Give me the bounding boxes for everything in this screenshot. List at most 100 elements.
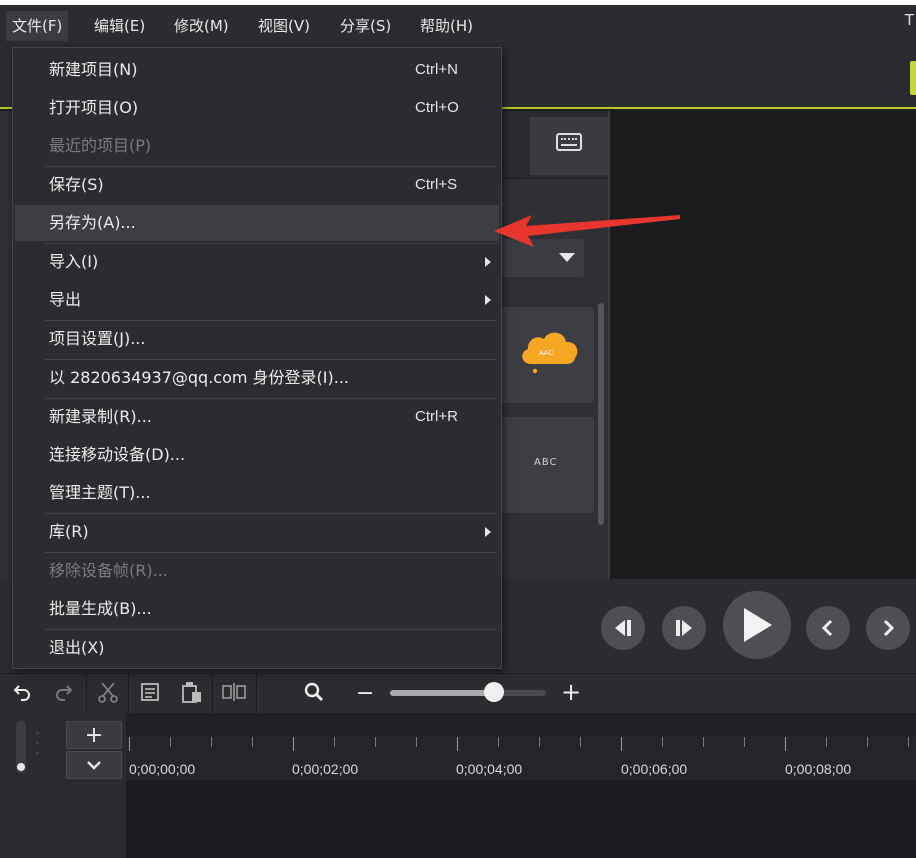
split-button[interactable] (220, 677, 248, 707)
toolbar-divider (212, 673, 213, 713)
menu-item-remove-device-frame[interactable]: 移除设备帧(R)... (15, 553, 499, 589)
track-zoom-indicator: ◦ ◦ ◦ (35, 729, 40, 758)
ruler-label: 0;00;08;00 (785, 761, 852, 777)
zoom-out-button[interactable]: − (356, 681, 374, 706)
export-button[interactable] (910, 61, 916, 95)
play-button[interactable] (723, 591, 791, 659)
menu-item-connect-mobile[interactable]: 连接移动设备(D)... (15, 437, 499, 473)
menu-item-project-settings[interactable]: 项目设置(J)... (15, 321, 499, 357)
menu-item-save-as[interactable]: 另存为(A)... (15, 205, 499, 241)
cut-button[interactable] (94, 677, 122, 707)
ruler-tick (785, 737, 786, 751)
menu-share[interactable]: 分享(S) (334, 11, 397, 41)
menu-item-save[interactable]: 保存(S) Ctrl+S (15, 167, 499, 203)
vertical-scrollbar[interactable] (598, 303, 604, 525)
track-height-knob[interactable] (17, 763, 25, 771)
paste-icon (182, 682, 201, 703)
menu-item-library[interactable]: 库(R) (15, 514, 499, 550)
preview-canvas[interactable] (608, 111, 916, 579)
redo-button[interactable] (50, 677, 78, 707)
menu-item-label: 管理主题(T)... (49, 483, 151, 502)
menu-item-label: 库(R) (49, 522, 89, 541)
toolbar-divider (86, 673, 87, 713)
menu-item-label: 以 2820634937@qq.com 身份登录(I)... (49, 368, 350, 387)
thumbnail-text: ABC (534, 457, 558, 468)
menu-modify[interactable]: 修改(M) (168, 11, 235, 41)
menu-item-shortcut: Ctrl+R (415, 408, 458, 425)
ruler-label: 0;00;04;00 (456, 761, 523, 777)
menubar: 文件(F) 编辑(E) 修改(M) 视图(V) 分享(S) 帮助(H) T (0, 5, 916, 47)
zoom-button[interactable] (300, 677, 328, 707)
ruler-label: 0;00;00;00 (129, 761, 196, 777)
ruler-tick (580, 737, 581, 747)
submenu-arrow-icon (485, 295, 491, 305)
menu-item-batch-production[interactable]: 批量生成(B)... (15, 591, 499, 627)
copy-icon (141, 683, 159, 701)
ruler-tick (334, 737, 335, 747)
menu-item-import[interactable]: 导入(I) (15, 244, 499, 280)
menu-item-label: 新建录制(R)... (49, 407, 152, 426)
play-icon (744, 608, 772, 642)
annotation-arrow-icon (494, 215, 680, 247)
menu-item-recent-projects[interactable]: 最近的项目(P) (15, 128, 499, 164)
chevron-down-icon (87, 761, 101, 770)
menu-item-label: 另存为(A)... (49, 213, 136, 232)
submenu-arrow-icon (485, 527, 491, 537)
paste-button[interactable] (178, 677, 206, 707)
menu-item-label: 保存(S) (49, 175, 104, 194)
ruler-tick (375, 737, 376, 747)
menu-item-export[interactable]: 导出 (15, 282, 499, 318)
timeline-track[interactable] (126, 781, 916, 858)
menu-item-manage-themes[interactable]: 管理主题(T)... (15, 475, 499, 511)
toolbar-divider (128, 673, 129, 713)
undo-icon (13, 685, 30, 701)
toolbar-divider (256, 673, 257, 713)
app-window: 文件(F) 编辑(E) 修改(M) 视图(V) 分享(S) 帮助(H) T AA… (0, 5, 916, 858)
menu-item-new-project[interactable]: 新建项目(N) Ctrl+N (15, 52, 499, 88)
ruler-tick (662, 737, 663, 747)
ruler-tick (621, 737, 622, 751)
add-track-button[interactable]: + (66, 721, 122, 749)
menu-item-label: 退出(X) (49, 638, 105, 657)
collapse-tracks-button[interactable] (66, 751, 122, 779)
next-frame-button[interactable] (662, 606, 706, 650)
menu-item-label: 导出 (49, 290, 82, 309)
menu-item-label: 新建项目(N) (49, 60, 138, 79)
menu-item-new-recording[interactable]: 新建录制(R)... Ctrl+R (15, 399, 499, 435)
ruler-tick (170, 737, 171, 747)
zoom-slider-knob[interactable] (484, 682, 504, 702)
menu-edit[interactable]: 编辑(E) (88, 11, 151, 41)
menu-help[interactable]: 帮助(H) (414, 11, 479, 41)
menu-item-label: 移除设备帧(R)... (49, 561, 168, 580)
prev-marker-icon (821, 619, 833, 637)
menu-item-shortcut: Ctrl+N (415, 61, 458, 78)
menu-item-label: 批量生成(B)... (49, 599, 152, 618)
next-frame-icon (676, 620, 692, 636)
menu-item-label: 最近的项目(P) (49, 136, 152, 155)
zoom-in-button[interactable]: + (561, 678, 581, 706)
ruler-tick (744, 737, 745, 747)
ruler-tick (826, 737, 827, 747)
menu-view[interactable]: 视图(V) (252, 11, 316, 41)
menu-item-exit[interactable]: 退出(X) (15, 630, 499, 666)
copy-button[interactable] (136, 677, 164, 707)
ruler-tick (908, 737, 909, 747)
undo-button[interactable] (8, 677, 36, 707)
next-marker-button[interactable] (866, 606, 910, 650)
menu-item-label: 项目设置(J)... (49, 329, 146, 348)
ruler-tick (498, 737, 499, 747)
ruler-tick (252, 737, 253, 747)
dropdown-caret-icon (559, 253, 575, 262)
prev-frame-button[interactable] (601, 606, 645, 650)
magnifier-icon (304, 682, 324, 702)
keyboard-icon (556, 133, 582, 151)
ruler-tick (129, 737, 130, 751)
menu-item-open-project[interactable]: 打开项目(O) Ctrl+O (15, 90, 499, 126)
menu-item-sign-in[interactable]: 以 2820634937@qq.com 身份登录(I)... (15, 360, 499, 396)
prev-frame-icon (615, 620, 631, 636)
ruler-tick (293, 737, 294, 751)
menu-file[interactable]: 文件(F) (6, 11, 69, 41)
next-marker-icon (883, 619, 895, 637)
split-icon (222, 683, 246, 701)
prev-marker-button[interactable] (806, 606, 850, 650)
